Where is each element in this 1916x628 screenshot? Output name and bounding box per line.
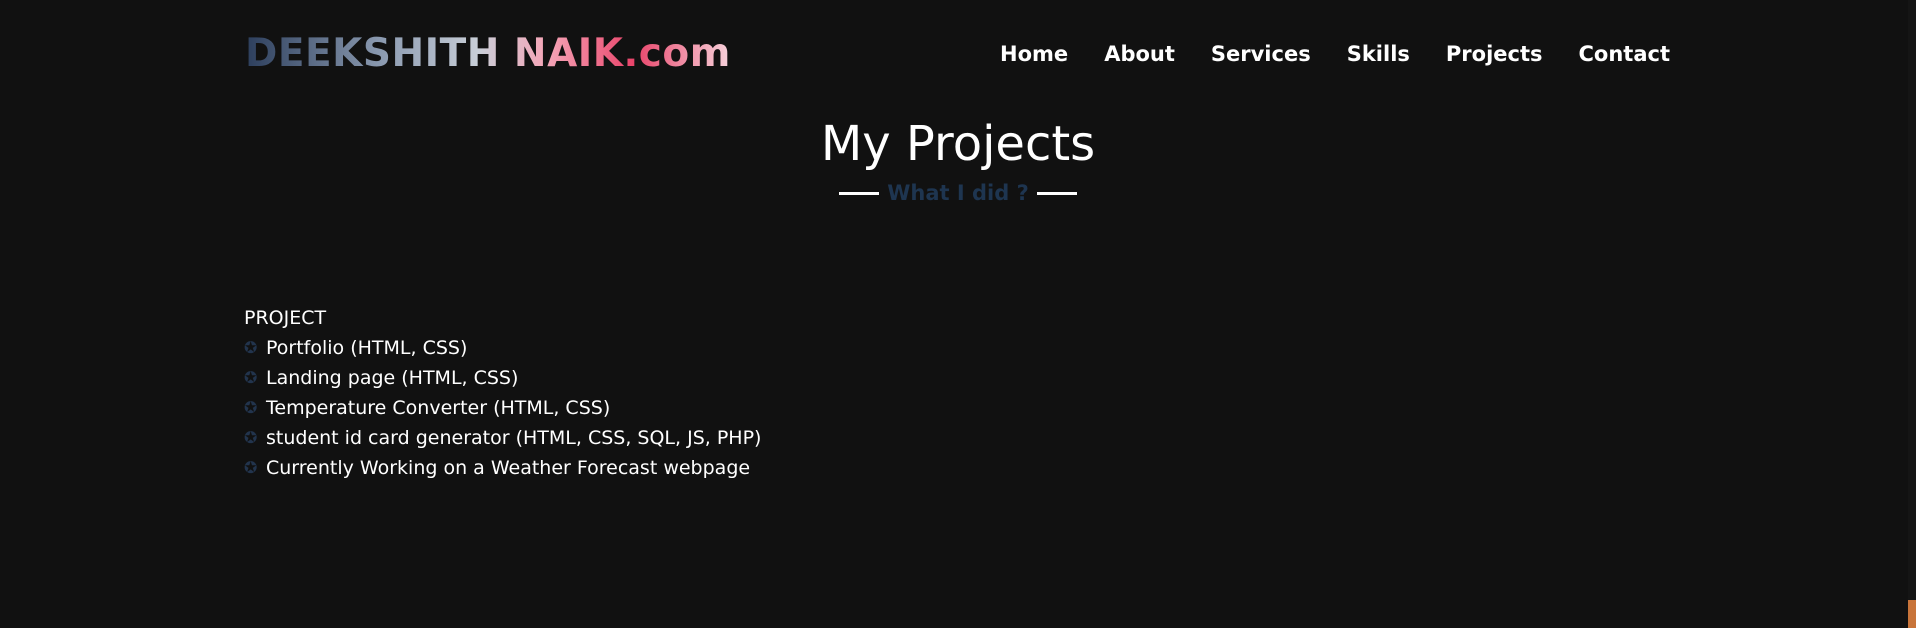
site-logo[interactable]: DEEKSHITH NAIK.com [245, 28, 731, 80]
subtitle-left-divider [839, 191, 880, 195]
list-item: ✪ Portfolio (HTML, CSS) [244, 333, 761, 363]
navbar: DEEKSHITH NAIK.com Home About Services S… [245, 28, 1670, 80]
nav-menu: Home About Services Skills Projects Cont… [1000, 42, 1670, 66]
star-outline-icon: ✪ [244, 458, 258, 477]
project-label: Temperature Converter (HTML, CSS) [266, 397, 611, 419]
scrollbar[interactable] [1908, 0, 1916, 628]
nav-item-contact: Contact [1579, 42, 1671, 66]
nav-link-skills[interactable]: Skills [1347, 42, 1410, 66]
nav-item-skills: Skills [1347, 42, 1410, 66]
projects-list: ✪ Portfolio (HTML, CSS) ✪ Landing page (… [244, 333, 761, 483]
nav-item-services: Services [1211, 42, 1311, 66]
nav-item-projects: Projects [1446, 42, 1543, 66]
scrollbar-corner [1908, 600, 1916, 628]
star-outline-icon: ✪ [244, 338, 258, 357]
projects-list-block: PROJECT ✪ Portfolio (HTML, CSS) ✪ Landin… [244, 303, 761, 483]
list-item: ✪ Temperature Converter (HTML, CSS) [244, 393, 761, 423]
nav-link-contact[interactable]: Contact [1579, 42, 1671, 66]
project-label: Portfolio (HTML, CSS) [266, 337, 468, 359]
list-item: ✪ Currently Working on a Weather Forecas… [244, 453, 761, 483]
project-label: student id card generator (HTML, CSS, SQ… [266, 427, 762, 449]
nav-item-about: About [1104, 42, 1175, 66]
star-outline-icon: ✪ [244, 398, 258, 417]
nav-link-projects[interactable]: Projects [1446, 42, 1543, 66]
list-item: ✪ Landing page (HTML, CSS) [244, 363, 761, 393]
section-title: My Projects [820, 116, 1096, 172]
section-subtitle-row: What I did ? [0, 178, 1916, 208]
star-outline-icon: ✪ [244, 368, 258, 387]
projects-heading: PROJECT [244, 307, 327, 329]
project-label: Landing page (HTML, CSS) [266, 367, 519, 389]
nav-link-services[interactable]: Services [1211, 42, 1311, 66]
nav-link-home[interactable]: Home [1000, 42, 1068, 66]
subtitle-right-divider [1036, 191, 1077, 195]
nav-link-about[interactable]: About [1104, 42, 1175, 66]
project-label: Currently Working on a Weather Forecast … [266, 457, 751, 479]
star-outline-icon: ✪ [244, 428, 258, 447]
section-subtitle: What I did ? [887, 181, 1029, 205]
nav-item-home: Home [1000, 42, 1068, 66]
list-item: ✪ student id card generator (HTML, CSS, … [244, 423, 761, 453]
